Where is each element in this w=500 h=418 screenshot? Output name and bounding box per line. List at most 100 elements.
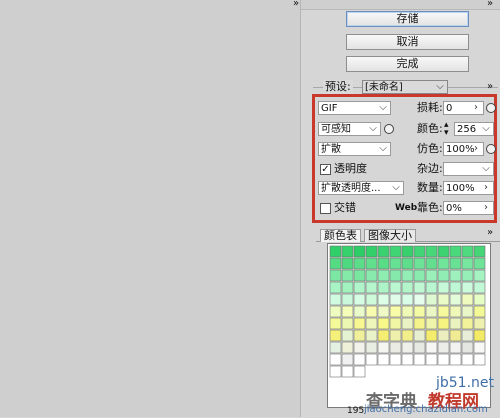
color-swatch[interactable] <box>461 257 474 270</box>
color-swatch[interactable] <box>341 329 354 342</box>
color-swatch[interactable] <box>341 365 354 378</box>
color-swatch[interactable] <box>389 281 402 294</box>
color-swatch[interactable] <box>389 305 402 318</box>
color-swatch[interactable] <box>341 305 354 318</box>
color-swatch[interactable] <box>329 245 342 258</box>
image-preview-area[interactable] <box>0 0 301 417</box>
color-swatch[interactable] <box>365 329 378 342</box>
color-swatch[interactable] <box>413 341 426 354</box>
color-swatch[interactable] <box>473 341 486 354</box>
color-swatch[interactable] <box>377 341 390 354</box>
color-swatch[interactable] <box>425 257 438 270</box>
color-swatch[interactable] <box>413 317 426 330</box>
color-swatch[interactable] <box>449 353 462 366</box>
color-swatch[interactable] <box>473 257 486 270</box>
tabs-menu-chevron[interactable]: » <box>487 226 493 240</box>
color-swatch[interactable] <box>449 281 462 294</box>
color-swatch[interactable] <box>401 293 414 306</box>
color-swatch[interactable] <box>449 257 462 270</box>
color-swatch[interactable] <box>365 353 378 366</box>
color-swatch[interactable] <box>401 317 414 330</box>
color-swatch[interactable] <box>461 329 474 342</box>
color-swatch[interactable] <box>437 353 450 366</box>
color-swatch[interactable] <box>401 245 414 258</box>
color-swatch[interactable] <box>365 269 378 282</box>
color-swatch[interactable] <box>473 305 486 318</box>
color-swatch[interactable] <box>389 329 402 342</box>
color-swatch[interactable] <box>425 281 438 294</box>
transparency-dither-select[interactable]: 扩散透明度... ⌵ <box>318 181 404 195</box>
color-swatch[interactable] <box>365 245 378 258</box>
color-swatch[interactable] <box>437 329 450 342</box>
color-swatch[interactable] <box>377 353 390 366</box>
reduction-options-icon[interactable] <box>384 124 394 134</box>
color-swatch[interactable] <box>365 305 378 318</box>
color-swatch[interactable] <box>449 341 462 354</box>
color-swatch[interactable] <box>425 305 438 318</box>
color-swatch[interactable] <box>461 269 474 282</box>
color-swatch[interactable] <box>377 293 390 306</box>
color-swatch[interactable] <box>353 329 366 342</box>
color-swatch[interactable] <box>389 353 402 366</box>
color-swatch[interactable] <box>401 305 414 318</box>
colors-stepper-icon[interactable]: ▴ ▾ <box>444 121 449 138</box>
color-swatch[interactable] <box>461 281 474 294</box>
color-swatch[interactable] <box>449 305 462 318</box>
color-swatch[interactable] <box>461 293 474 306</box>
color-swatch[interactable] <box>449 269 462 282</box>
color-swatch[interactable] <box>401 341 414 354</box>
color-swatch[interactable] <box>413 305 426 318</box>
color-swatch[interactable] <box>329 257 342 270</box>
color-swatch[interactable] <box>413 353 426 366</box>
color-swatch[interactable] <box>377 317 390 330</box>
color-swatch[interactable] <box>329 281 342 294</box>
dither-algorithm-select[interactable]: 扩散 ⌵ <box>318 142 391 156</box>
color-swatch[interactable] <box>437 269 450 282</box>
color-swatch[interactable] <box>341 245 354 258</box>
color-swatch[interactable] <box>329 353 342 366</box>
color-swatch[interactable] <box>365 341 378 354</box>
lossy-field[interactable]: 0 › <box>443 101 484 115</box>
dither-field[interactable]: 100% › <box>443 142 484 156</box>
color-swatch[interactable] <box>437 341 450 354</box>
color-swatch[interactable] <box>401 269 414 282</box>
color-swatch[interactable] <box>473 269 486 282</box>
color-swatch[interactable] <box>401 257 414 270</box>
color-swatch[interactable] <box>473 293 486 306</box>
color-swatch[interactable] <box>353 269 366 282</box>
color-swatch[interactable] <box>413 269 426 282</box>
color-swatch[interactable] <box>377 245 390 258</box>
color-swatch[interactable] <box>377 281 390 294</box>
color-swatch[interactable] <box>449 245 462 258</box>
color-swatch[interactable] <box>461 341 474 354</box>
amount-field[interactable]: 100% › <box>443 181 494 195</box>
color-swatch[interactable] <box>449 317 462 330</box>
color-swatch[interactable] <box>473 245 486 258</box>
color-swatch[interactable] <box>437 317 450 330</box>
matte-select[interactable]: ⌵ <box>443 162 494 176</box>
cancel-button[interactable]: 取消 <box>346 34 469 50</box>
color-swatch[interactable] <box>341 281 354 294</box>
color-swatch[interactable] <box>461 245 474 258</box>
color-swatch[interactable] <box>425 341 438 354</box>
color-swatch[interactable] <box>365 293 378 306</box>
panel-expand-chevron[interactable]: » <box>487 0 493 11</box>
color-swatch[interactable] <box>329 365 342 378</box>
color-swatch[interactable] <box>329 329 342 342</box>
color-swatch[interactable] <box>365 281 378 294</box>
color-swatch[interactable] <box>413 281 426 294</box>
color-swatch[interactable] <box>425 269 438 282</box>
color-swatch[interactable] <box>413 257 426 270</box>
color-swatch[interactable] <box>425 245 438 258</box>
color-swatch[interactable] <box>461 305 474 318</box>
color-swatch[interactable] <box>437 305 450 318</box>
color-swatch[interactable] <box>341 353 354 366</box>
color-swatch[interactable] <box>353 353 366 366</box>
color-swatch[interactable] <box>329 341 342 354</box>
color-swatch[interactable] <box>329 293 342 306</box>
color-swatch[interactable] <box>473 353 486 366</box>
preview-expand-chevron[interactable]: » <box>293 0 299 11</box>
color-swatch[interactable] <box>329 305 342 318</box>
reduction-select[interactable]: 可感知 ⌵ <box>318 122 381 136</box>
color-swatch[interactable] <box>449 293 462 306</box>
